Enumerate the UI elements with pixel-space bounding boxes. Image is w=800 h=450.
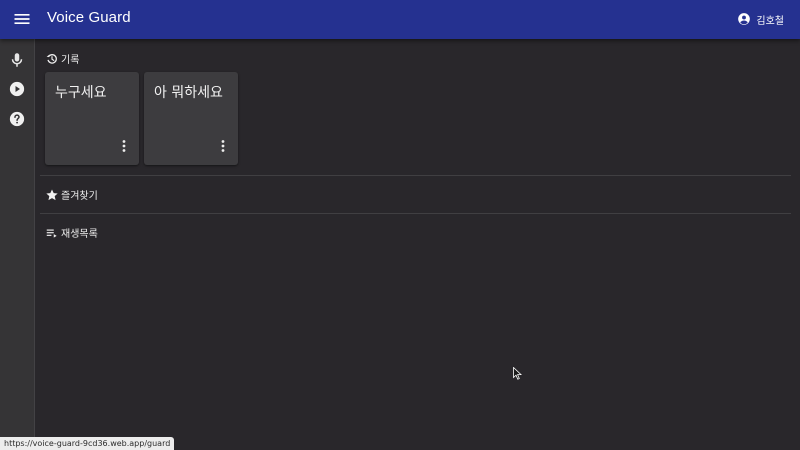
card-title: 누구세요 xyxy=(55,85,107,101)
history-icon xyxy=(46,53,57,64)
status-url: https://voice-guard-9cd36.web.app/guard xyxy=(0,437,175,450)
playlist-label: 재생목록 xyxy=(61,229,98,240)
section-divider xyxy=(40,175,791,176)
history-card[interactable]: 누구세요 xyxy=(45,72,139,165)
favorites-header[interactable]: 즐겨찾기 xyxy=(45,187,98,202)
app-bar: Voice Guard 김호철 xyxy=(0,0,800,39)
mouse-cursor-icon xyxy=(513,367,522,380)
main-content: 기록 누구세요 아 뭐하세요 즐겨찾기 재생목록 xyxy=(35,39,800,450)
star-icon xyxy=(46,188,58,200)
history-header: 기록 xyxy=(45,51,79,66)
playlist-header[interactable]: 재생목록 xyxy=(45,225,98,240)
playlist-icon xyxy=(46,229,57,238)
history-label: 기록 xyxy=(61,55,80,66)
nav-rail xyxy=(0,39,35,450)
account-circle-icon xyxy=(738,13,751,25)
more-vert-icon[interactable] xyxy=(121,139,127,153)
section-divider xyxy=(40,213,791,214)
menu-icon[interactable] xyxy=(12,9,32,29)
play-circle-icon[interactable] xyxy=(8,80,26,98)
app-title: Voice Guard xyxy=(47,9,131,26)
favorites-label: 즐겨찾기 xyxy=(61,191,98,202)
microphone-icon[interactable] xyxy=(8,51,26,69)
help-circle-icon[interactable] xyxy=(8,110,26,128)
history-card[interactable]: 아 뭐하세요 xyxy=(144,72,238,165)
account-button[interactable]: 김호철 xyxy=(737,11,784,27)
more-vert-icon[interactable] xyxy=(220,139,226,153)
user-name: 김호철 xyxy=(756,15,784,27)
card-title: 아 뭐하세요 xyxy=(154,85,223,101)
